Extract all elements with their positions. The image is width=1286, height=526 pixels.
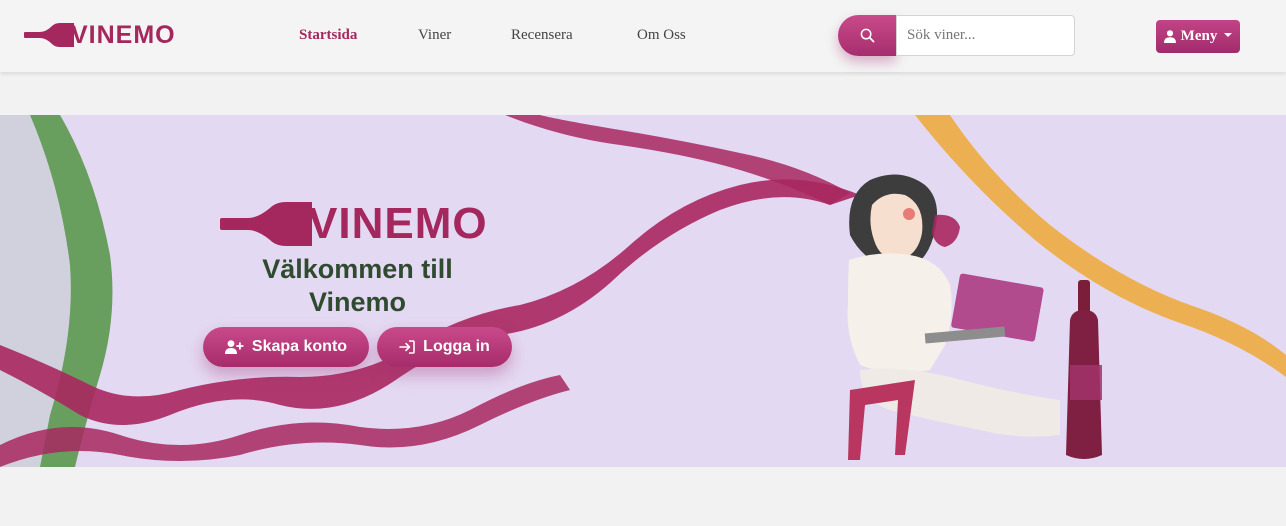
search-input[interactable] — [896, 15, 1075, 56]
login-button[interactable]: Logga in — [377, 327, 512, 367]
hero-illustration — [0, 115, 1286, 467]
menu-button[interactable]: Meny — [1156, 20, 1240, 53]
caret-down-icon — [1224, 32, 1233, 37]
hero-title: Välkommen till Vinemo — [220, 253, 495, 319]
menu-label: Meny — [1180, 28, 1218, 44]
nav-link-om-oss[interactable]: Om Oss — [637, 27, 707, 44]
login-icon — [399, 340, 415, 354]
navbar: VINEMO Startsida Viner Recensera Om Oss … — [0, 0, 1286, 72]
nav-link-viner[interactable]: Viner — [418, 27, 451, 44]
nav-link-recensera[interactable]: Recensera — [511, 27, 601, 44]
brand-name: VINEMO — [71, 21, 176, 49]
create-account-button[interactable]: Skapa konto — [203, 327, 369, 367]
hero-logo-text: VINEMO — [308, 199, 488, 248]
create-account-label: Skapa konto — [251, 338, 348, 355]
hero-logo: VINEMO — [220, 201, 488, 247]
hero-banner: VINEMO Välkommen till Vinemo Skapa konto… — [0, 115, 1286, 467]
search-button[interactable] — [838, 15, 896, 56]
search-icon — [860, 28, 874, 43]
user-plus-icon — [224, 340, 244, 354]
hero-title-line2: Vinemo — [308, 287, 407, 317]
search-bar — [838, 15, 1075, 56]
wine-bottle-icon — [220, 202, 312, 246]
nav-link-startsida[interactable]: Startsida — [299, 27, 357, 44]
user-icon — [1163, 30, 1176, 43]
brand-logo[interactable]: VINEMO — [24, 22, 176, 48]
hero-title-line1: Välkommen till — [262, 254, 453, 284]
wine-bottle-icon — [24, 23, 74, 47]
login-label: Logga in — [423, 338, 490, 355]
